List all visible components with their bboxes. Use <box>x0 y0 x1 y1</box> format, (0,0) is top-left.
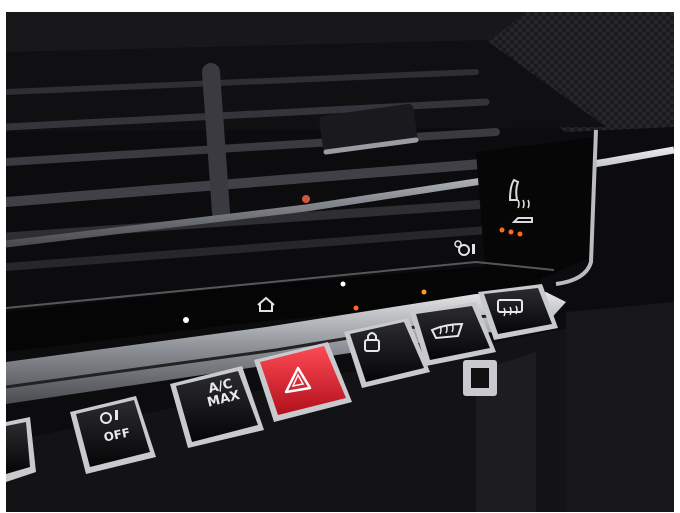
touch-bar-indicator <box>183 317 189 323</box>
usb-port[interactable] <box>463 360 497 396</box>
car-dashboard-photo: A/C MAX OFF <box>6 12 674 512</box>
